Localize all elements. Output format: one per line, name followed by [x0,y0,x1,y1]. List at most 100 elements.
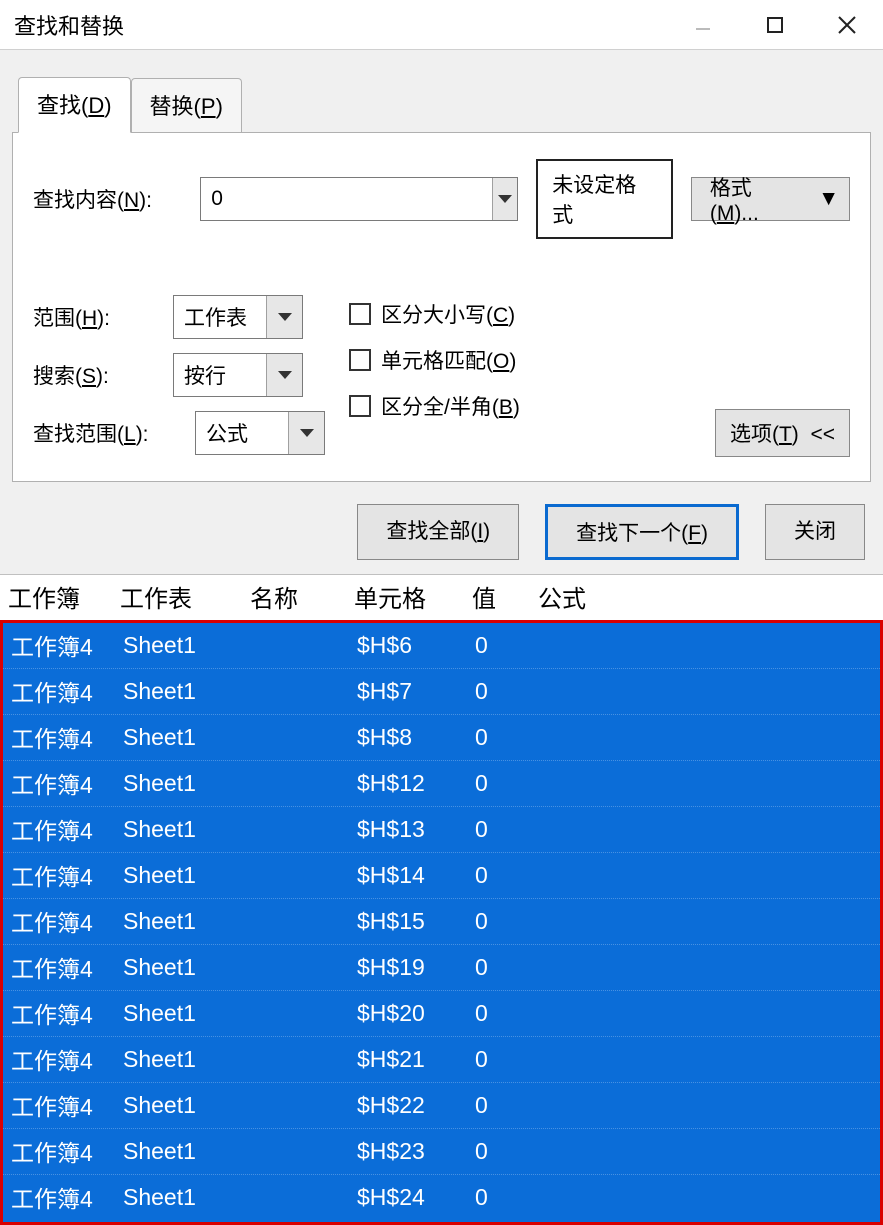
maximize-button[interactable] [739,0,811,49]
lookin-select[interactable]: 公式 [195,411,325,455]
tab-replace[interactable]: 替换(P) [131,78,242,133]
result-row[interactable]: 工作簿4Sheet1$H$70 [3,669,880,715]
find-next-button[interactable]: 查找下一个(F) [545,504,739,560]
result-cell-book: 工作簿4 [11,1180,123,1214]
result-cell-cell: $H$7 [357,678,475,705]
result-cell-book: 工作簿4 [11,812,123,846]
checkbox-icon [349,303,371,325]
chk-match-cell[interactable]: 单元格匹配(O) [349,345,520,375]
lookin-value: 公式 [196,412,288,454]
result-cell-value: 0 [475,1184,541,1211]
result-cell-book: 工作簿4 [11,1134,123,1168]
scope-dropdown-button[interactable] [266,296,302,338]
result-cell-sheet: Sheet1 [123,1092,253,1119]
result-cell-value: 0 [475,1092,541,1119]
result-cell-value: 0 [475,1000,541,1027]
chevron-down-icon [498,195,512,203]
tab-strip: 查找(D) 替换(P) [18,76,871,132]
col-header-formula[interactable]: 公式 [538,579,875,614]
close-button[interactable] [811,0,883,49]
find-content-combo[interactable] [200,177,518,221]
result-cell-book: 工作簿4 [11,1088,123,1122]
options-toggle-label: 选项(T) << [730,423,835,446]
minimize-button[interactable] [667,0,739,49]
col-header-sheet[interactable]: 工作表 [120,579,250,614]
result-cell-cell: $H$14 [357,862,475,889]
find-content-dropdown-button[interactable] [492,178,517,220]
result-cell-cell: $H$8 [357,724,475,751]
col-header-book[interactable]: 工作簿 [8,579,120,614]
result-row[interactable]: 工作簿4Sheet1$H$190 [3,945,880,991]
result-row[interactable]: 工作簿4Sheet1$H$60 [3,623,880,669]
results-body[interactable]: 工作簿4Sheet1$H$60工作簿4Sheet1$H$70工作簿4Sheet1… [0,623,883,1225]
result-cell-sheet: Sheet1 [123,632,253,659]
col-header-name[interactable]: 名称 [250,579,354,614]
col-header-value[interactable]: 值 [472,579,538,614]
result-cell-value: 0 [475,724,541,751]
result-row[interactable]: 工作簿4Sheet1$H$140 [3,853,880,899]
result-cell-sheet: Sheet1 [123,816,253,843]
chk-match-cell-label: 单元格匹配(O) [381,345,516,375]
options-toggle-button[interactable]: 选项(T) << [715,409,850,457]
result-cell-value: 0 [475,678,541,705]
chk-match-width-label: 区分全/半角(B) [381,391,520,421]
scope-select[interactable]: 工作表 [173,295,303,339]
find-all-label: 查找全部(I) [386,520,490,543]
result-cell-sheet: Sheet1 [123,1138,253,1165]
maximize-icon [765,15,785,35]
result-row[interactable]: 工作簿4Sheet1$H$210 [3,1037,880,1083]
format-button[interactable]: 格式(M)... ▼ [691,177,850,221]
result-cell-value: 0 [475,1138,541,1165]
result-row[interactable]: 工作簿4Sheet1 $H$230 [3,1129,880,1175]
result-cell-book: 工作簿4 [11,674,123,708]
result-row[interactable]: 工作簿4Sheet1$H$130 [3,807,880,853]
tab-body: 查找内容(N): 未设定格式 格式(M)... ▼ 范围(H): [12,132,871,482]
chk-match-width[interactable]: 区分全/半角(B) [349,391,520,421]
result-row[interactable]: 工作簿4Sheet1 $H$220 [3,1083,880,1129]
no-format-indicator: 未设定格式 [536,159,673,239]
checks-column: 区分大小写(C) 单元格匹配(O) 区分全/半角(B) [349,295,520,421]
selects-column: 范围(H): 工作表 搜索(S): 按行 查 [33,295,325,455]
result-cell-book: 工作簿4 [11,766,123,800]
result-cell-sheet: Sheet1 [123,1184,253,1211]
find-replace-dialog: 查找和替换 查找(D) 替换(P) 查找内容(N): [0,0,883,1225]
checkbox-icon [349,349,371,371]
chk-match-case[interactable]: 区分大小写(C) [349,299,520,329]
search-label: 搜索(S): [33,360,161,390]
result-cell-book: 工作簿4 [11,950,123,984]
result-cell-value: 0 [475,954,541,981]
chk-match-case-label: 区分大小写(C) [381,299,515,329]
find-all-button[interactable]: 查找全部(I) [357,504,519,560]
result-row[interactable]: 工作簿4Sheet1$H$240 [3,1175,880,1220]
chevron-down-icon [278,371,292,379]
search-dropdown-button[interactable] [266,354,302,396]
tab-find[interactable]: 查找(D) [18,77,131,133]
titlebar-title: 查找和替换 [14,9,667,41]
result-cell-value: 0 [475,816,541,843]
result-cell-value: 0 [475,1046,541,1073]
find-content-input[interactable] [201,178,492,220]
lookin-dropdown-button[interactable] [288,412,324,454]
dialog-actions: 查找全部(I) 查找下一个(F) 关闭 [12,504,871,560]
result-row[interactable]: 工作簿4Sheet1$H$150 [3,899,880,945]
result-row[interactable]: 工作簿4Sheet1$H$200 [3,991,880,1037]
result-cell-sheet: Sheet1 [123,1046,253,1073]
chevron-down-icon: ▼ [818,187,839,211]
result-cell-book: 工作簿4 [11,720,123,754]
col-header-cell[interactable]: 单元格 [354,579,472,614]
tab-replace-label: 替换(P) [150,94,223,119]
window-controls [667,0,883,49]
dialog-panel: 查找(D) 替换(P) 查找内容(N): 未设定格式 格式(M)... ▼ [0,50,883,575]
scope-value: 工作表 [174,296,266,338]
minimize-icon [693,15,713,35]
result-cell-cell: $H$23 [357,1138,475,1165]
result-row[interactable]: 工作簿4Sheet1$H$120 [3,761,880,807]
close-dialog-button[interactable]: 关闭 [765,504,865,560]
titlebar: 查找和替换 [0,0,883,50]
result-cell-book: 工作簿4 [11,628,123,662]
result-row[interactable]: 工作簿4Sheet1$H$80 [3,715,880,761]
result-cell-cell: $H$22 [357,1092,475,1119]
result-cell-sheet: Sheet1 [123,862,253,889]
search-select[interactable]: 按行 [173,353,303,397]
chevron-down-icon [300,429,314,437]
